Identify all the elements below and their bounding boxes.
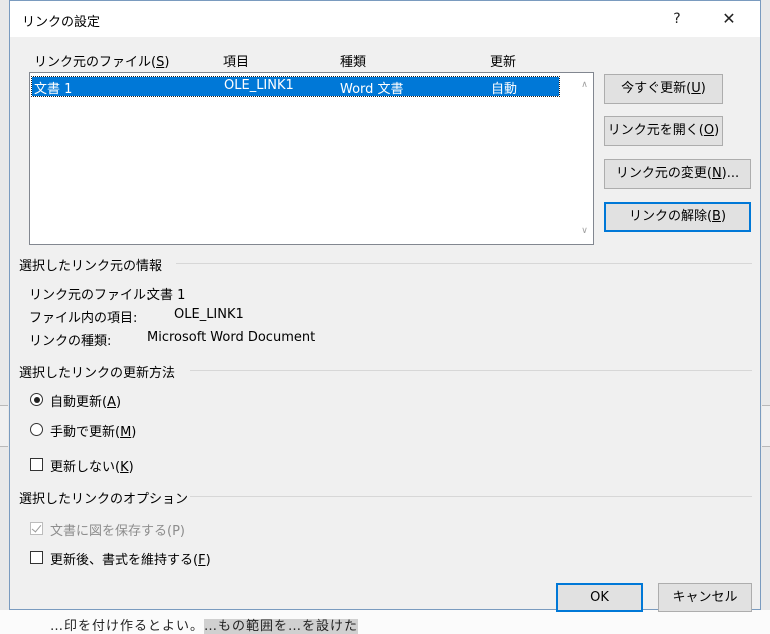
- list-item[interactable]: 文書 1 OLE_LINK1 Word 文書 自動: [31, 76, 560, 97]
- link-type-label: リンクの種類:: [29, 334, 112, 349]
- column-header-source[interactable]: リンク元のファイル(S): [34, 51, 169, 70]
- save-picture-label: 文書に図を保存する(P): [50, 524, 185, 539]
- preserve-format-checkbox[interactable]: [30, 551, 43, 564]
- link-settings-dialog: リンクの設定 ? ✕ リンク元のファイル(S) 項目 種類 更新 文書 1 OL…: [9, 0, 761, 612]
- ok-button[interactable]: OK: [556, 583, 643, 612]
- item-value: OLE_LINK1: [174, 307, 244, 322]
- save-picture-checkbox: [30, 522, 43, 535]
- column-header-update[interactable]: 更新: [490, 51, 516, 70]
- link-type-value: Microsoft Word Document: [147, 330, 316, 345]
- break-link-button[interactable]: リンクの解除(B): [604, 202, 751, 232]
- link-type-cell: Word 文書: [340, 82, 404, 97]
- source-file-label: リンク元のファイル:: [29, 288, 151, 303]
- column-header-item[interactable]: 項目: [223, 51, 249, 70]
- auto-update-radio[interactable]: [30, 393, 43, 406]
- dialog-title: リンクの設定: [22, 15, 101, 30]
- manual-update-label[interactable]: 手動で更新(M): [50, 421, 136, 440]
- links-listbox[interactable]: 文書 1 OLE_LINK1 Word 文書 自動 ∧ ∨: [29, 72, 594, 245]
- info-section-title: 選択したリンク元の情報: [19, 259, 163, 274]
- scroll-down-icon[interactable]: ∨: [576, 223, 593, 240]
- help-button[interactable]: ?: [664, 9, 690, 29]
- column-header-type[interactable]: 種類: [340, 51, 366, 70]
- link-update-cell: 自動: [491, 82, 518, 97]
- options-section-divider: [190, 496, 752, 497]
- auto-update-label[interactable]: 自動更新(A): [50, 391, 121, 410]
- close-button[interactable]: ✕: [716, 9, 742, 29]
- cancel-button[interactable]: キャンセル: [658, 583, 752, 612]
- locked-checkbox[interactable]: [30, 458, 43, 471]
- locked-label[interactable]: 更新しない(K): [50, 456, 134, 475]
- update-section-divider: [190, 370, 752, 371]
- item-label: ファイル内の項目:: [29, 311, 138, 326]
- title-bar: リンクの設定 ? ✕: [10, 1, 760, 37]
- background-document-text: …印を付け作るとよい。…もの範囲を…を設けた: [50, 619, 359, 634]
- info-section-divider: [176, 263, 752, 264]
- scroll-up-icon[interactable]: ∧: [576, 77, 593, 94]
- preserve-format-label[interactable]: 更新後、書式を維持する(F): [50, 549, 211, 568]
- background-ruler-left: [0, 405, 8, 447]
- manual-update-radio[interactable]: [30, 423, 43, 436]
- update-section-title: 選択したリンクの更新方法: [19, 366, 176, 381]
- background-ruler-right: [762, 405, 770, 447]
- options-section-title: 選択したリンクのオプション: [19, 492, 189, 507]
- update-now-button[interactable]: 今すぐ更新(U): [604, 74, 723, 104]
- source-file-value: 文書 1: [147, 288, 186, 303]
- link-item-cell: OLE_LINK1: [224, 78, 294, 93]
- open-source-button[interactable]: リンク元を開く(O): [604, 116, 723, 146]
- listbox-scrollbar[interactable]: ∧ ∨: [576, 73, 593, 244]
- link-source-cell: 文書 1: [34, 82, 73, 97]
- change-source-button[interactable]: リンク元の変更(N)...: [604, 159, 751, 189]
